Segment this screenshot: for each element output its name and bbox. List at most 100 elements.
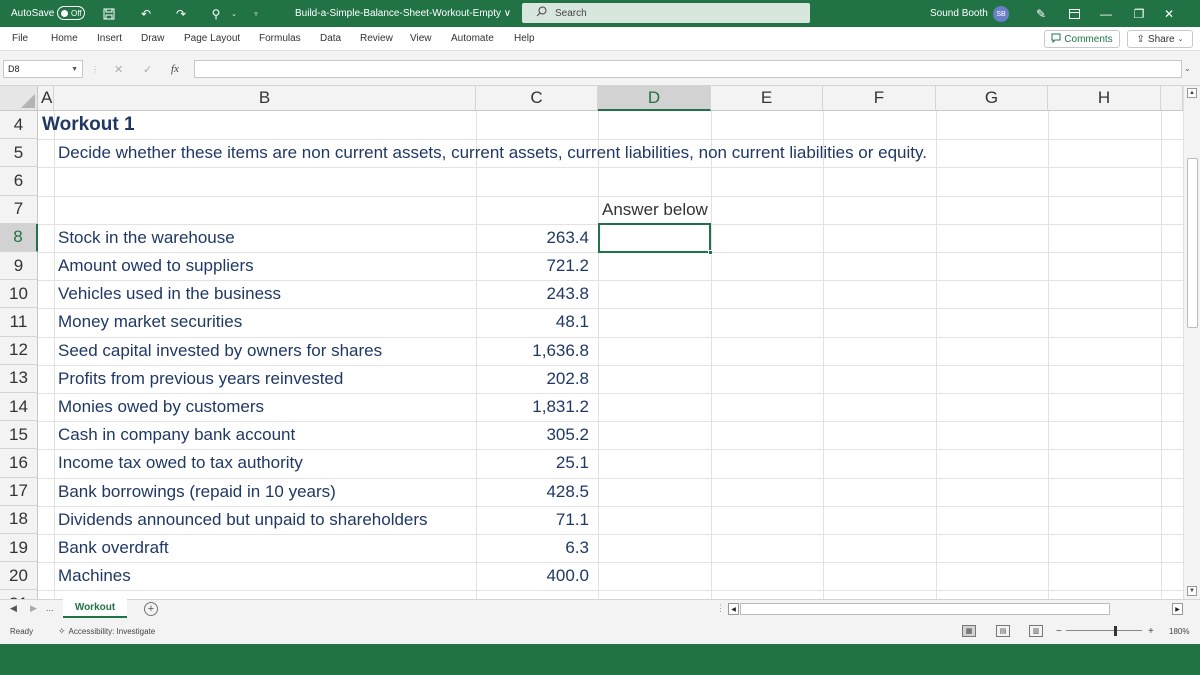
vertical-scrollbar[interactable]: ▲ ▼ <box>1183 86 1200 599</box>
page-break-view-icon[interactable]: ▥ <box>1029 625 1043 637</box>
row-header[interactable]: 10 <box>0 280 38 309</box>
row-header[interactable]: 6 <box>0 167 38 196</box>
autosave-toggle[interactable]: Off <box>57 6 85 20</box>
horizontal-scroll-thumb[interactable] <box>740 603 1110 615</box>
row-header[interactable]: 7 <box>0 195 38 224</box>
sheet-next-icon[interactable]: ▶ <box>30 603 37 614</box>
page-layout-view-icon[interactable]: ▤ <box>996 625 1010 637</box>
tab-automate[interactable]: Automate <box>451 27 494 50</box>
ribbon-display-icon[interactable] <box>1062 0 1086 27</box>
undo-icon[interactable]: ↶ <box>138 0 154 27</box>
more-icon[interactable]: ⋮ <box>91 60 99 78</box>
tab-home[interactable]: Home <box>51 27 78 50</box>
scroll-right-icon[interactable]: ▶ <box>1172 603 1183 615</box>
more-sheets-label[interactable]: ... <box>46 603 54 613</box>
add-sheet-button[interactable]: + <box>144 602 158 616</box>
accessibility-label: Accessibility: Investigate <box>68 626 156 636</box>
tab-review[interactable]: Review <box>360 27 393 50</box>
active-cell-d8[interactable] <box>598 223 713 255</box>
search-box[interactable]: Search <box>522 3 810 23</box>
row-header[interactable]: 18 <box>0 505 38 534</box>
column-header-f[interactable]: F <box>823 86 936 111</box>
insert-function-icon[interactable]: fx <box>171 60 179 78</box>
column-header-e[interactable]: E <box>711 86 823 111</box>
item-value: 721.2 <box>546 256 589 275</box>
column-header-c[interactable]: C <box>476 86 598 111</box>
chevron-down-icon[interactable]: ▼ <box>71 66 78 73</box>
horizontal-scrollbar[interactable]: ◀ ▶ <box>728 603 1188 616</box>
row-header[interactable]: 17 <box>0 477 38 506</box>
save-icon[interactable] <box>101 0 117 27</box>
item-value: 305.2 <box>546 425 589 445</box>
item-label: Profits from previous years reinvested <box>58 368 344 388</box>
formula-input[interactable] <box>194 60 1182 78</box>
zoom-out-icon[interactable]: − <box>1056 618 1062 644</box>
split-handle-icon[interactable]: ⋮ <box>716 603 725 614</box>
chevron-down-icon[interactable]: ⌄ <box>226 0 242 27</box>
name-box[interactable]: D8 ▼ <box>3 60 83 78</box>
column-header-b[interactable]: B <box>54 86 476 111</box>
row-header[interactable]: 12 <box>0 336 38 365</box>
row-header[interactable]: 15 <box>0 421 38 450</box>
row-header[interactable]: 14 <box>0 393 38 422</box>
tab-data[interactable]: Data <box>320 27 341 50</box>
scroll-left-icon[interactable]: ◀ <box>728 603 739 615</box>
comments-button[interactable]: Comments <box>1044 30 1120 48</box>
normal-view-icon[interactable]: ▦ <box>962 625 976 637</box>
scroll-up-icon[interactable]: ▲ <box>1187 88 1197 98</box>
row-header[interactable]: 11 <box>0 308 38 337</box>
redo-icon[interactable]: ↷ <box>173 0 189 27</box>
row-header[interactable]: 16 <box>0 449 38 478</box>
scroll-down-icon[interactable]: ▼ <box>1187 586 1197 596</box>
worksheet-grid[interactable]: A B C D E F G H 4 Workout 1 5 Decide whethe… <box>0 86 1183 599</box>
vertical-scroll-thumb[interactable] <box>1187 158 1198 328</box>
customize-toolbar-icon[interactable]: ▿ <box>248 0 264 27</box>
row-header[interactable]: 19 <box>0 534 38 563</box>
select-all-corner[interactable] <box>0 86 38 111</box>
row-header[interactable]: 13 <box>0 364 38 393</box>
tab-page-layout[interactable]: Page Layout <box>184 27 240 50</box>
confirm-icon[interactable]: ✓ <box>143 60 152 78</box>
tab-insert[interactable]: Insert <box>97 27 122 50</box>
share-button[interactable]: ⇪ Share ⌄ <box>1127 30 1193 48</box>
item-label: Money market securities <box>58 312 243 332</box>
fill-handle[interactable] <box>708 250 713 255</box>
touch-mode-icon[interactable]: ⚲ <box>208 0 224 27</box>
row-header[interactable]: 21 <box>0 590 38 599</box>
column-header-next[interactable] <box>1161 86 1183 111</box>
close-icon[interactable]: ✕ <box>1157 0 1181 27</box>
row-header[interactable]: 20 <box>0 562 38 591</box>
sheet-prev-icon[interactable]: ◀ <box>10 603 17 614</box>
document-title[interactable]: Build-a-Simple-Balance-Sheet-Workout-Emp… <box>295 0 511 27</box>
restore-icon[interactable]: ❐ <box>1127 0 1151 27</box>
item-label: Income tax owed to tax authority <box>58 453 303 473</box>
item-value: 25.1 <box>555 453 589 473</box>
tab-view[interactable]: View <box>410 27 432 50</box>
zoom-level[interactable]: 180% <box>1169 618 1189 644</box>
accessibility-status[interactable]: ✧ Accessibility: Investigate <box>58 618 155 644</box>
pen-icon[interactable]: ✎ <box>1029 0 1053 27</box>
column-header-a[interactable]: A <box>38 86 54 111</box>
avatar[interactable]: SB <box>993 6 1009 22</box>
minimize-icon[interactable]: — <box>1094 0 1118 27</box>
tab-file[interactable]: File <box>12 27 28 50</box>
tab-help[interactable]: Help <box>514 27 535 50</box>
tab-draw[interactable]: Draw <box>141 27 164 50</box>
row-header[interactable]: 8 <box>0 223 38 252</box>
zoom-in-icon[interactable]: + <box>1148 618 1154 644</box>
sheet-tab-workout[interactable]: Workout <box>63 599 127 618</box>
row-header[interactable]: 9 <box>0 252 38 281</box>
cancel-icon[interactable]: ✕ <box>114 60 123 78</box>
user-name[interactable]: Sound Booth <box>930 0 988 27</box>
zoom-slider-knob[interactable] <box>1114 626 1117 636</box>
tab-formulas[interactable]: Formulas <box>259 27 301 50</box>
row-header[interactable]: 5 <box>0 139 38 168</box>
column-header-h[interactable]: H <box>1048 86 1161 111</box>
ribbon-tabs: File Home Insert Draw Page Layout Formul… <box>0 27 1200 51</box>
row-header[interactable]: 4 <box>0 111 38 140</box>
expand-formula-icon[interactable]: ⌄ <box>1184 64 1191 73</box>
item-label: Bank overdraft <box>58 538 169 557</box>
zoom-slider[interactable] <box>1066 630 1142 631</box>
column-header-g[interactable]: G <box>936 86 1048 111</box>
column-header-d[interactable]: D <box>598 86 711 111</box>
